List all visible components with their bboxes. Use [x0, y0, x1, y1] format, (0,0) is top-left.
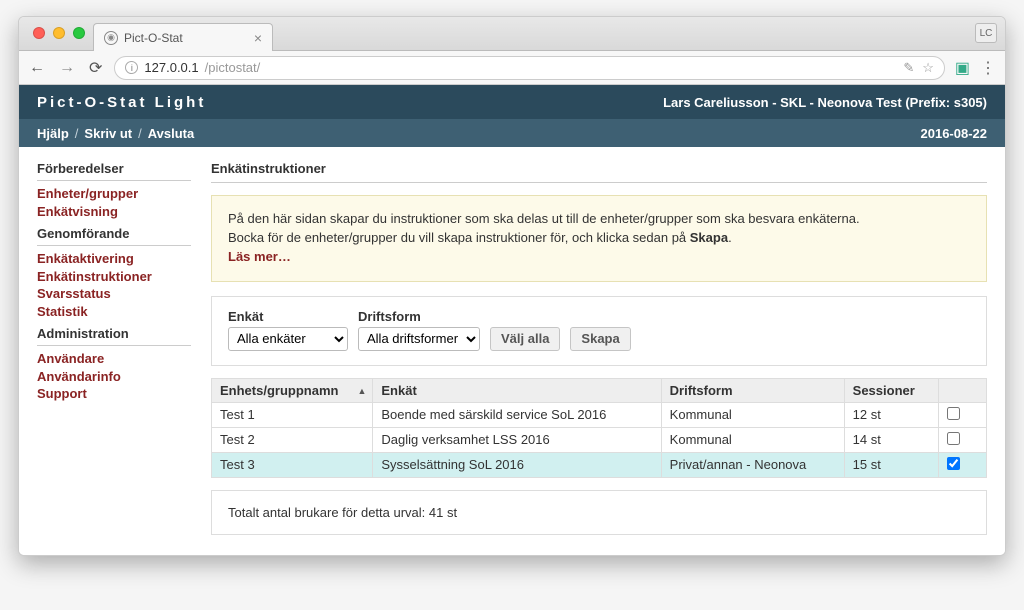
- table-row: Test 3Sysselsättning SoL 2016Privat/anna…: [212, 452, 987, 477]
- url-input[interactable]: i 127.0.0.1/pictostat/ ✎ ☆: [114, 56, 944, 80]
- table-row: Test 1Boende med särskild service SoL 20…: [212, 402, 987, 427]
- cell-drift: Kommunal: [661, 402, 844, 427]
- browser-tab[interactable]: ◉ Pict-O-Stat ×: [93, 23, 273, 51]
- cell-enkat: Sysselsättning SoL 2016: [373, 452, 661, 477]
- url-host: 127.0.0.1: [144, 60, 198, 75]
- page-title: Enkätinstruktioner: [211, 161, 987, 183]
- reload-icon[interactable]: ⟳: [87, 58, 104, 78]
- create-button[interactable]: Skapa: [570, 327, 630, 351]
- help-link[interactable]: Hjälp: [37, 126, 69, 141]
- tab-favicon-icon: ◉: [104, 31, 118, 45]
- separator: /: [138, 126, 142, 141]
- back-icon[interactable]: ←: [27, 59, 47, 77]
- filter-drift: Driftsform Alla driftsformer: [358, 309, 480, 351]
- cell-checkbox: [939, 452, 987, 477]
- cell-sessions: 15 st: [844, 452, 938, 477]
- cell-name: Test 2: [212, 427, 373, 452]
- info-box: På den här sidan skapar du instruktioner…: [211, 195, 987, 282]
- table-row: Test 2Daglig verksamhet LSS 2016Kommunal…: [212, 427, 987, 452]
- tab-close-icon[interactable]: ×: [254, 30, 262, 46]
- sidebar-heading: Administration: [37, 326, 191, 346]
- row-checkbox[interactable]: [947, 457, 960, 470]
- tab-bar: ◉ Pict-O-Stat × LC: [19, 17, 1005, 51]
- sidebar-item[interactable]: Användare: [37, 350, 191, 368]
- enkat-label: Enkät: [228, 309, 348, 324]
- close-window-button[interactable]: [33, 27, 45, 39]
- sort-asc-icon: ▲: [357, 386, 366, 396]
- sidebar-item[interactable]: Användarinfo: [37, 368, 191, 386]
- site-info-icon[interactable]: i: [125, 61, 138, 74]
- bookmark-icon[interactable]: ☆: [922, 60, 934, 76]
- maximize-window-button[interactable]: [73, 27, 85, 39]
- filter-box: Enkät Alla enkäter Driftsform Alla drift…: [211, 296, 987, 366]
- cell-checkbox: [939, 427, 987, 452]
- cell-sessions: 12 st: [844, 402, 938, 427]
- tab-title: Pict-O-Stat: [124, 31, 183, 45]
- extension-icon[interactable]: ▣: [955, 58, 970, 78]
- enkat-select[interactable]: Alla enkäter: [228, 327, 348, 351]
- info-line2: Bocka för de enheter/grupper du vill ska…: [228, 229, 970, 248]
- sidebar: Förberedelser Enheter/grupperEnkätvisning…: [37, 161, 191, 535]
- minimize-window-button[interactable]: [53, 27, 65, 39]
- sidebar-heading: Genomförande: [37, 226, 191, 246]
- col-sessions[interactable]: Sessioner: [844, 378, 938, 402]
- logout-link[interactable]: Avsluta: [148, 126, 194, 141]
- cell-checkbox: [939, 402, 987, 427]
- sidebar-item[interactable]: Enkätvisning: [37, 203, 191, 221]
- url-path: /pictostat/: [205, 60, 261, 75]
- sidebar-item[interactable]: Enkätaktivering: [37, 250, 191, 268]
- wand-icon[interactable]: ✎: [903, 60, 914, 76]
- data-table: Enhets/gruppnamn ▲ Enkät Driftsform Sessi…: [211, 378, 987, 478]
- info-line1: På den här sidan skapar du instruktioner…: [228, 210, 970, 229]
- col-name[interactable]: Enhets/gruppnamn ▲: [212, 378, 373, 402]
- window-controls: [23, 27, 95, 39]
- sidebar-heading: Förberedelser: [37, 161, 191, 181]
- print-link[interactable]: Skriv ut: [84, 126, 132, 141]
- sidebar-item[interactable]: Enheter/grupper: [37, 185, 191, 203]
- app-title: Pict-O-Stat Light: [37, 94, 206, 111]
- cell-sessions: 14 st: [844, 427, 938, 452]
- sidebar-item[interactable]: Enkätinstruktioner: [37, 268, 191, 286]
- forward-icon: →: [57, 59, 77, 77]
- col-enkat[interactable]: Enkät: [373, 378, 661, 402]
- select-all-button[interactable]: Välj alla: [490, 327, 560, 351]
- table-body: Test 1Boende med särskild service SoL 20…: [212, 402, 987, 477]
- info-line2c: .: [728, 230, 732, 245]
- info-line2a: Bocka för de enheter/grupper du vill ska…: [228, 230, 690, 245]
- address-bar: ← → ⟳ i 127.0.0.1/pictostat/ ✎ ☆ ▣ ⋮: [19, 51, 1005, 85]
- col-name-label: Enhets/gruppnamn: [220, 383, 338, 398]
- profile-badge[interactable]: LC: [975, 23, 997, 43]
- current-date: 2016-08-22: [921, 126, 988, 141]
- cell-drift: Privat/annan - Neonova: [661, 452, 844, 477]
- cell-drift: Kommunal: [661, 427, 844, 452]
- viewport: Pict-O-Stat Light Lars Careliusson - SKL…: [19, 85, 1005, 555]
- row-checkbox[interactable]: [947, 407, 960, 420]
- row-checkbox[interactable]: [947, 432, 960, 445]
- info-line2-bold: Skapa: [690, 230, 728, 245]
- drift-label: Driftsform: [358, 309, 480, 324]
- filter-enkat: Enkät Alla enkäter: [228, 309, 348, 351]
- app-header: Pict-O-Stat Light Lars Careliusson - SKL…: [19, 85, 1005, 119]
- summary-box: Totalt antal brukare för detta urval: 41…: [211, 490, 987, 535]
- cell-name: Test 3: [212, 452, 373, 477]
- drift-select[interactable]: Alla driftsformer: [358, 327, 480, 351]
- cell-enkat: Boende med särskild service SoL 2016: [373, 402, 661, 427]
- separator: /: [75, 126, 79, 141]
- main-content: Enkätinstruktioner På den här sidan skap…: [211, 161, 987, 535]
- sidebar-item[interactable]: Svarsstatus: [37, 285, 191, 303]
- cell-enkat: Daglig verksamhet LSS 2016: [373, 427, 661, 452]
- read-more-link[interactable]: Läs mer…: [228, 249, 291, 264]
- user-info: Lars Careliusson - SKL - Neonova Test (P…: [663, 95, 987, 110]
- sidebar-item[interactable]: Statistik: [37, 303, 191, 321]
- sub-header: Hjälp / Skriv ut / Avsluta 2016-08-22: [19, 119, 1005, 147]
- app-body: Förberedelser Enheter/grupperEnkätvisning…: [19, 147, 1005, 549]
- col-checkbox: [939, 378, 987, 402]
- browser-window: ◉ Pict-O-Stat × LC ← → ⟳ i 127.0.0.1/pic…: [18, 16, 1006, 556]
- menu-icon[interactable]: ⋮: [980, 58, 997, 78]
- cell-name: Test 1: [212, 402, 373, 427]
- col-drift[interactable]: Driftsform: [661, 378, 844, 402]
- sidebar-item[interactable]: Support: [37, 385, 191, 403]
